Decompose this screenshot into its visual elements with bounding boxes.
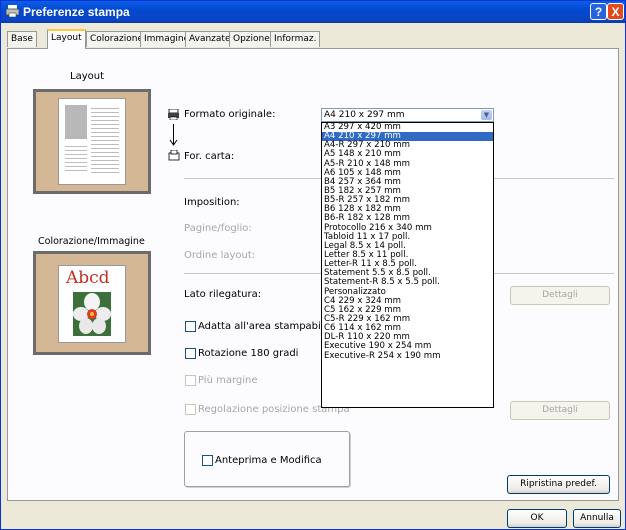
printer-icon: [6, 5, 19, 17]
formato-label: Formato originale:: [184, 109, 276, 120]
paper-output-icon: [168, 150, 180, 161]
rotazione-checkbox[interactable]: [185, 348, 196, 359]
anteprima-group: Anteprima e Modifica: [184, 431, 350, 487]
cancel-button[interactable]: Annulla: [573, 509, 621, 528]
anteprima-label: Anteprima e Modifica: [215, 455, 322, 466]
color-preview-label: Colorazione/Immagine: [38, 236, 145, 247]
print-preferences-window: Preferenze stampa ? X Base Layout Colora…: [0, 0, 626, 530]
layout-preview: [33, 89, 151, 194]
adatta-label: Adatta all'area stampabile: [198, 321, 330, 332]
arrow-down-icon: [169, 124, 178, 146]
tab-colorazione[interactable]: Colorazione: [86, 31, 147, 47]
margine-checkbox[interactable]: [185, 375, 196, 386]
regolazione-checkbox[interactable]: [185, 404, 196, 415]
chevron-down-icon[interactable]: ▼: [481, 110, 492, 120]
close-button[interactable]: X: [607, 3, 624, 20]
tab-informaz[interactable]: Informaz.: [270, 31, 321, 47]
tab-avanzate[interactable]: Avanzate: [185, 31, 235, 47]
flower-image: [73, 292, 111, 336]
page-thumbnail: [58, 98, 126, 185]
formato-options-list[interactable]: A3 297 x 420 mm A4 210 x 297 mm A4-R 297 x…: [321, 122, 494, 408]
dettagli-button[interactable]: Dettagli: [510, 286, 610, 305]
anteprima-checkbox[interactable]: [202, 455, 213, 466]
formato-select-value: A4 210 x 297 mm: [324, 110, 405, 120]
pagine-label: Pagine/foglio:: [184, 223, 252, 234]
imposition-label: Imposition:: [184, 197, 240, 208]
rotazione-label: Rotazione 180 gradi: [198, 348, 299, 359]
ripristina-button[interactable]: Ripristina predef.: [507, 475, 610, 494]
window-title: Preferenze stampa: [23, 5, 130, 19]
carta-label: For. carta:: [184, 151, 235, 162]
color-preview: Abcd: [33, 251, 151, 355]
sample-text: Abcd: [66, 268, 110, 288]
rilegatura-label: Lato rilegatura:: [184, 289, 262, 300]
ordine-label: Ordine layout:: [184, 250, 256, 261]
title-bar: Preferenze stampa ? X: [1, 1, 625, 23]
help-button[interactable]: ?: [590, 3, 607, 20]
layout-preview-label: Layout: [70, 71, 104, 82]
tab-layout[interactable]: Layout: [47, 29, 86, 49]
ok-button[interactable]: OK: [507, 509, 567, 528]
printer-source-icon: [168, 109, 179, 120]
tab-base[interactable]: Base: [7, 31, 37, 47]
dettagli-position-button[interactable]: Dettagli: [510, 401, 610, 420]
tab-opzione[interactable]: Opzione: [229, 31, 274, 47]
formato-select[interactable]: A4 210 x 297 mm ▼: [321, 108, 494, 122]
formato-option[interactable]: Executive-R 254 x 190 mm: [322, 351, 493, 361]
sample-page: Abcd: [58, 265, 126, 343]
margine-label: Più margine: [198, 375, 258, 386]
adatta-checkbox[interactable]: [185, 321, 196, 332]
